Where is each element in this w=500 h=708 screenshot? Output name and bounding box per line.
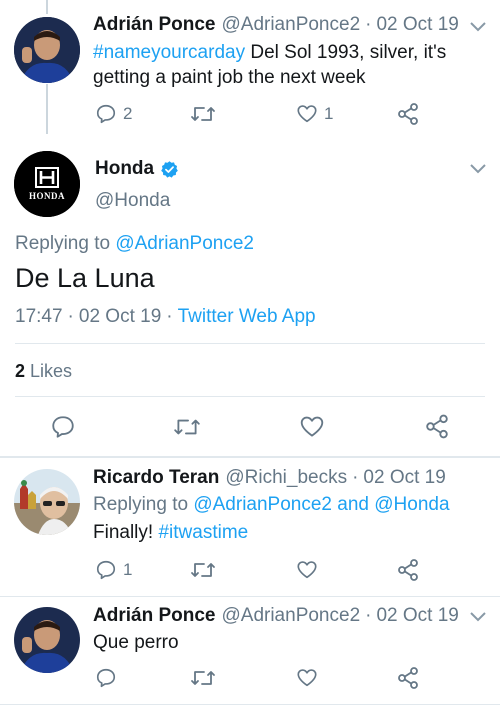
share-button[interactable] [397,102,419,126]
divider [15,396,485,397]
like-button[interactable] [299,414,325,440]
heart-icon [297,669,317,687]
like-button[interactable]: 1 [296,103,333,125]
tweet-date[interactable]: 02 Oct 19 [376,14,458,36]
reply-button[interactable]: 1 [95,559,132,581]
avatar-adrian-ponce[interactable] [14,607,80,673]
main-author-row: Honda [95,158,179,180]
divider [15,343,485,344]
main-tweet-date: 02 Oct 19 [78,306,162,327]
tweet-date[interactable]: 02 Oct 19 [363,467,445,489]
share-icon [426,414,448,439]
author-handle[interactable]: @Richi_becks [225,467,347,489]
reply-button[interactable] [95,667,117,689]
avatar-ricardo-teran[interactable] [14,469,80,535]
reply-header: Ricardo Teran @Richi_becks · 02 Oct 19 [93,467,473,489]
divider [0,704,500,705]
main-tweet-text: De La Luna [15,263,155,293]
heart-icon [297,561,317,579]
share-button[interactable] [425,413,449,440]
like-button[interactable] [296,667,318,689]
replying-to-prefix: Replying to [93,494,194,515]
thread-line-mid [46,84,48,134]
reply-count: 2 [123,104,133,123]
main-author-handle[interactable]: @Honda [95,190,170,212]
chevron-down-icon[interactable] [470,22,486,32]
reply-count: 1 [123,560,133,579]
tweet-date[interactable]: 02 Oct 19 [376,605,458,627]
replying-to-link[interactable]: @AdrianPonce2 [193,494,332,515]
heart-icon [296,103,318,125]
author-name[interactable]: Adrián Ponce [93,605,215,627]
main-author-name[interactable]: Honda [95,158,154,180]
replying-to-and: and [332,494,375,515]
divider [0,596,500,597]
retweet-icon [191,107,215,121]
hashtag-link[interactable]: #nameyourcarday [93,42,245,63]
reply-icon [95,103,117,125]
tweet-header: Adrián Ponce @AdrianPonce2 · 02 Oct 19 [93,14,483,36]
separator-dot: · [365,14,372,35]
share-icon [398,667,418,689]
retweet-button[interactable] [190,667,216,689]
retweet-icon [191,671,215,685]
retweet-button[interactable] [190,103,216,125]
share-button[interactable] [397,558,419,582]
author-name[interactable]: Adrián Ponce [93,14,215,36]
separator-dot: · [67,306,74,327]
separator-dot: · [166,306,173,327]
retweet-button[interactable] [190,559,216,581]
retweet-icon [174,419,200,435]
separator-dot: · [365,605,372,626]
verified-badge-icon [160,160,179,179]
heart-icon [300,416,324,437]
tweet-text: Que perro [93,632,179,653]
reply-header: Adrián Ponce @AdrianPonce2 · 02 Oct 19 [93,605,483,627]
divider [0,456,500,458]
share-icon [398,559,418,581]
author-name[interactable]: Ricardo Teran [93,467,219,489]
tweet-text: #nameyourcarday Del Sol 1993, silver, it… [93,40,473,90]
source-app-link[interactable]: Twitter Web App [178,306,316,328]
retweet-icon [191,563,215,577]
replying-to-line: Replying to @AdrianPonce2 [15,233,254,255]
like-count: 1 [324,104,334,123]
thread-line-top [46,0,48,14]
reply-button[interactable]: 2 [95,103,132,125]
main-tweet-time: 17:47 [15,306,63,327]
hashtag-link[interactable]: #itwastime [158,522,248,543]
replying-to-link[interactable]: @AdrianPonce2 [115,233,254,254]
tweet-body: Finally! [93,522,159,543]
honda-logo-text: HONDA [29,191,65,201]
author-handle[interactable]: @AdrianPonce2 [221,605,360,627]
main-tweet-meta: 17:47 · 02 Oct 19 · Twitter Web App [15,306,316,328]
reply-icon [96,668,116,688]
reply-button[interactable] [50,414,76,440]
avatar-adrian-ponce[interactable] [14,17,80,83]
reply-icon [95,559,117,581]
likes-summary[interactable]: 2 Likes [15,361,72,382]
share-icon [398,103,418,125]
author-handle[interactable]: @AdrianPonce2 [221,14,360,36]
separator-dot: · [352,467,359,488]
chevron-down-icon[interactable] [470,164,486,174]
replying-to-prefix: Replying to [15,233,116,254]
like-button[interactable] [296,559,318,581]
avatar-honda[interactable]: HONDA [14,151,80,217]
tweet-text: Finally! #itwastime [93,522,248,544]
likes-count: 2 [15,361,26,381]
reply-icon [52,416,74,438]
retweet-button[interactable] [173,415,201,439]
share-button[interactable] [397,666,419,690]
likes-label: Likes [30,361,73,381]
chevron-down-icon[interactable] [470,612,486,622]
replying-to-line: Replying to @AdrianPonce2 and @Honda [93,494,450,516]
replying-to-link[interactable]: @Honda [374,494,449,515]
